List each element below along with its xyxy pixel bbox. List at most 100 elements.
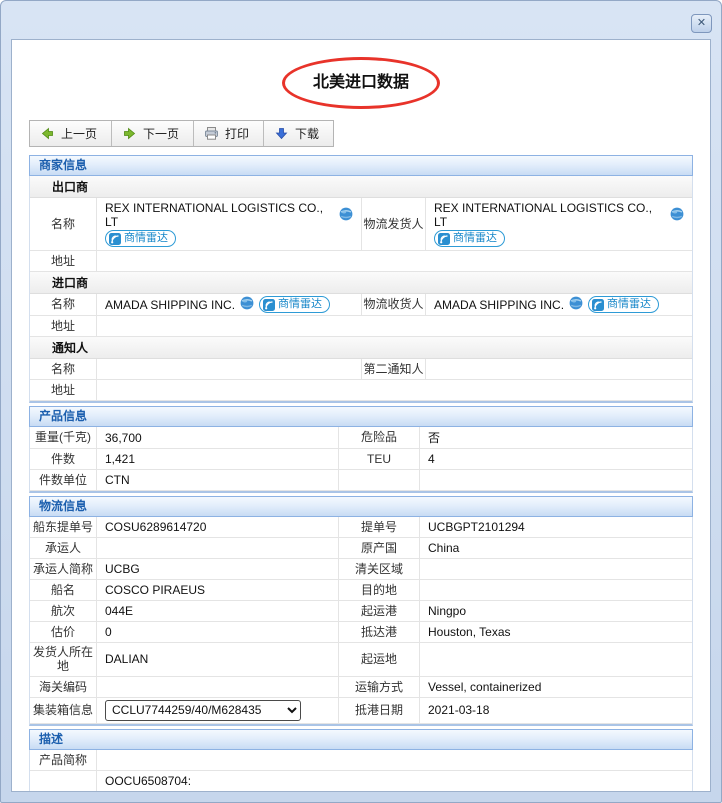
exporter-name-value: REX INTERNATIONAL LOGISTICS CO., LT xyxy=(105,201,324,229)
importer-name-label: 名称 xyxy=(30,294,97,315)
carrier-label: 承运人 xyxy=(30,538,97,558)
unit-label: 件数单位 xyxy=(30,470,97,490)
importer-address-value xyxy=(97,316,692,336)
carrier-abbr-label: 承运人简称 xyxy=(30,559,97,579)
globe-icon[interactable] xyxy=(569,296,583,313)
origin-country-label: 原产国 xyxy=(339,538,420,558)
table-row: 件数单位 CTN xyxy=(30,470,692,491)
carrier-value xyxy=(97,538,339,558)
page-title: 北美进口数据 xyxy=(312,74,409,91)
printer-icon xyxy=(205,127,218,140)
vessel-label: 船名 xyxy=(30,580,97,600)
section-merchant-info: 商家信息 出口商 名称 REX INTERNATIONAL LOGISTICS … xyxy=(29,155,693,403)
globe-icon[interactable] xyxy=(670,207,684,224)
product-short-label: 产品简称 xyxy=(30,749,97,770)
second-notify-label: 第二通知人 xyxy=(362,359,426,379)
radar-badge-label: 商情雷达 xyxy=(607,298,652,310)
logistics-consignee-cell: AMADA SHIPPING INC. 商情雷达 xyxy=(426,294,692,315)
unit-value: CTN xyxy=(97,470,339,490)
logistics-shipper-label: 物流发货人 xyxy=(362,198,426,250)
table-row: 件数 1,421 TEU 4 xyxy=(30,449,692,470)
exporter-address-row: 地址 xyxy=(30,251,692,272)
arrival-port-value: Houston, Texas xyxy=(428,625,511,639)
transport-mode-value: Vessel, containerized xyxy=(428,679,542,694)
pieces-value: 1,421 xyxy=(97,449,339,469)
logistics-info-header: 物流信息 xyxy=(29,496,693,517)
download-button[interactable]: 下载 xyxy=(264,121,334,146)
table-row: 海关编码 运输方式 Vessel, containerized xyxy=(30,676,692,698)
logistics-consignee-value: AMADA SHIPPING INC. xyxy=(434,297,565,312)
transport-mode-label: 运输方式 xyxy=(339,676,420,697)
notify-name-row: 名称 第二通知人 xyxy=(30,359,692,380)
section-product-info: 产品信息 重量(千克) 36,700 危险品 否 件数 1,421 TEU 4 xyxy=(29,406,693,493)
logistics-consignee-label: 物流收货人 xyxy=(362,294,426,315)
container-select[interactable]: CCLU7744259/40/M628435 xyxy=(105,699,301,721)
container-info-label: 集装箱信息 xyxy=(30,697,97,723)
radar-icon xyxy=(592,298,605,311)
radar-badge-label: 商情雷达 xyxy=(453,232,497,244)
radar-badge[interactable]: 商情雷达 xyxy=(259,296,331,313)
master-bl-label: 船东提单号 xyxy=(30,517,97,537)
hs-code-value xyxy=(97,676,339,697)
notify-name-value xyxy=(97,359,362,379)
carrier-abbr-value: UCBG xyxy=(97,559,339,579)
importer-name-cell: AMADA SHIPPING INC. 商情雷达 xyxy=(97,294,362,315)
product-desc-row: 产品描述 OOCU6508704: 001:KITCHEN WAREIMPORT… xyxy=(30,770,692,791)
table-row: 船名 COSCO PIRAEUS 目的地 xyxy=(30,580,692,601)
teu-label: TEU xyxy=(339,449,420,469)
customs-area-label: 清关区域 xyxy=(339,559,420,579)
arrival-date-label: 抵港日期 xyxy=(339,697,420,723)
second-notify-value xyxy=(426,359,692,379)
weight-label: 重量(千克) xyxy=(30,427,97,448)
exporter-name-cell: REX INTERNATIONAL LOGISTICS CO., LT 商情雷达 xyxy=(97,198,362,250)
notify-subheader: 通知人 xyxy=(30,337,692,359)
dangerous-label: 危险品 xyxy=(339,427,420,448)
notify-address-label: 地址 xyxy=(30,380,97,400)
bl-label: 提单号 xyxy=(339,517,420,537)
importer-subheader: 进口商 xyxy=(30,272,692,294)
hs-code-label: 海关编码 xyxy=(30,676,97,697)
product-short-row: 产品简称 xyxy=(30,749,692,771)
weight-value: 36,700 xyxy=(97,427,339,448)
exporter-address-label: 地址 xyxy=(30,251,97,271)
shipper-location-label: 发货人所在地 xyxy=(30,643,97,676)
radar-badge[interactable]: 商情雷达 xyxy=(105,230,176,247)
print-label: 打印 xyxy=(225,127,250,141)
radar-badge[interactable]: 商情雷达 xyxy=(434,230,505,247)
merchant-info-header: 商家信息 xyxy=(29,155,693,176)
importer-name-value: AMADA SHIPPING INC. xyxy=(105,297,236,312)
prev-page-button[interactable]: 上一页 xyxy=(30,121,113,146)
close-icon[interactable]: ✕ xyxy=(691,14,712,33)
globe-icon[interactable] xyxy=(240,296,254,313)
table-row: 船东提单号 COSU6289614720 提单号 UCBGPT2101294 xyxy=(30,517,692,538)
container-info-row: 集装箱信息 CCLU7744259/40/M628435 抵港日期 2021-0… xyxy=(30,697,692,724)
globe-icon[interactable] xyxy=(339,207,353,224)
empty-label xyxy=(339,470,420,490)
sections: 商家信息 出口商 名称 REX INTERNATIONAL LOGISTICS … xyxy=(29,155,693,791)
download-label: 下载 xyxy=(295,127,320,141)
shipper-location-value: DALIAN xyxy=(97,643,339,676)
radar-badge[interactable]: 商情雷达 xyxy=(588,296,660,313)
exporter-name-label: 名称 xyxy=(30,198,97,250)
print-button[interactable]: 打印 xyxy=(194,121,265,146)
arrival-date-value: 2021-03-18 xyxy=(428,703,490,718)
product-desc-value: OOCU6508704: 001:KITCHEN WAREIMPORT WHIT… xyxy=(105,773,668,791)
value-value: 0 xyxy=(97,622,339,642)
logistics-shipper-value: REX INTERNATIONAL LOGISTICS CO., LT xyxy=(434,201,653,229)
radar-icon xyxy=(109,232,121,245)
container-info-cell: CCLU7744259/40/M628435 xyxy=(97,697,339,723)
green-right-arrow-icon xyxy=(124,127,136,140)
next-page-button[interactable]: 下一页 xyxy=(112,121,195,146)
description-header: 描述 xyxy=(29,728,693,750)
voyage-value: 044E xyxy=(97,601,339,621)
product-short-value xyxy=(97,750,692,770)
voyage-label: 航次 xyxy=(30,601,97,621)
importer-address-label: 地址 xyxy=(30,316,97,336)
table-row: 重量(千克) 36,700 危险品 否 xyxy=(30,427,692,449)
product-desc-label: 产品描述 xyxy=(30,770,97,791)
value-label: 估价 xyxy=(30,622,97,642)
notify-address-value xyxy=(97,380,692,400)
importer-name-row: 名称 AMADA SHIPPING INC. 商情雷达 物流收货人 AMADA … xyxy=(30,294,692,316)
dialog-titlebar: ✕ xyxy=(1,1,721,39)
exporter-subheader: 出口商 xyxy=(30,176,692,198)
